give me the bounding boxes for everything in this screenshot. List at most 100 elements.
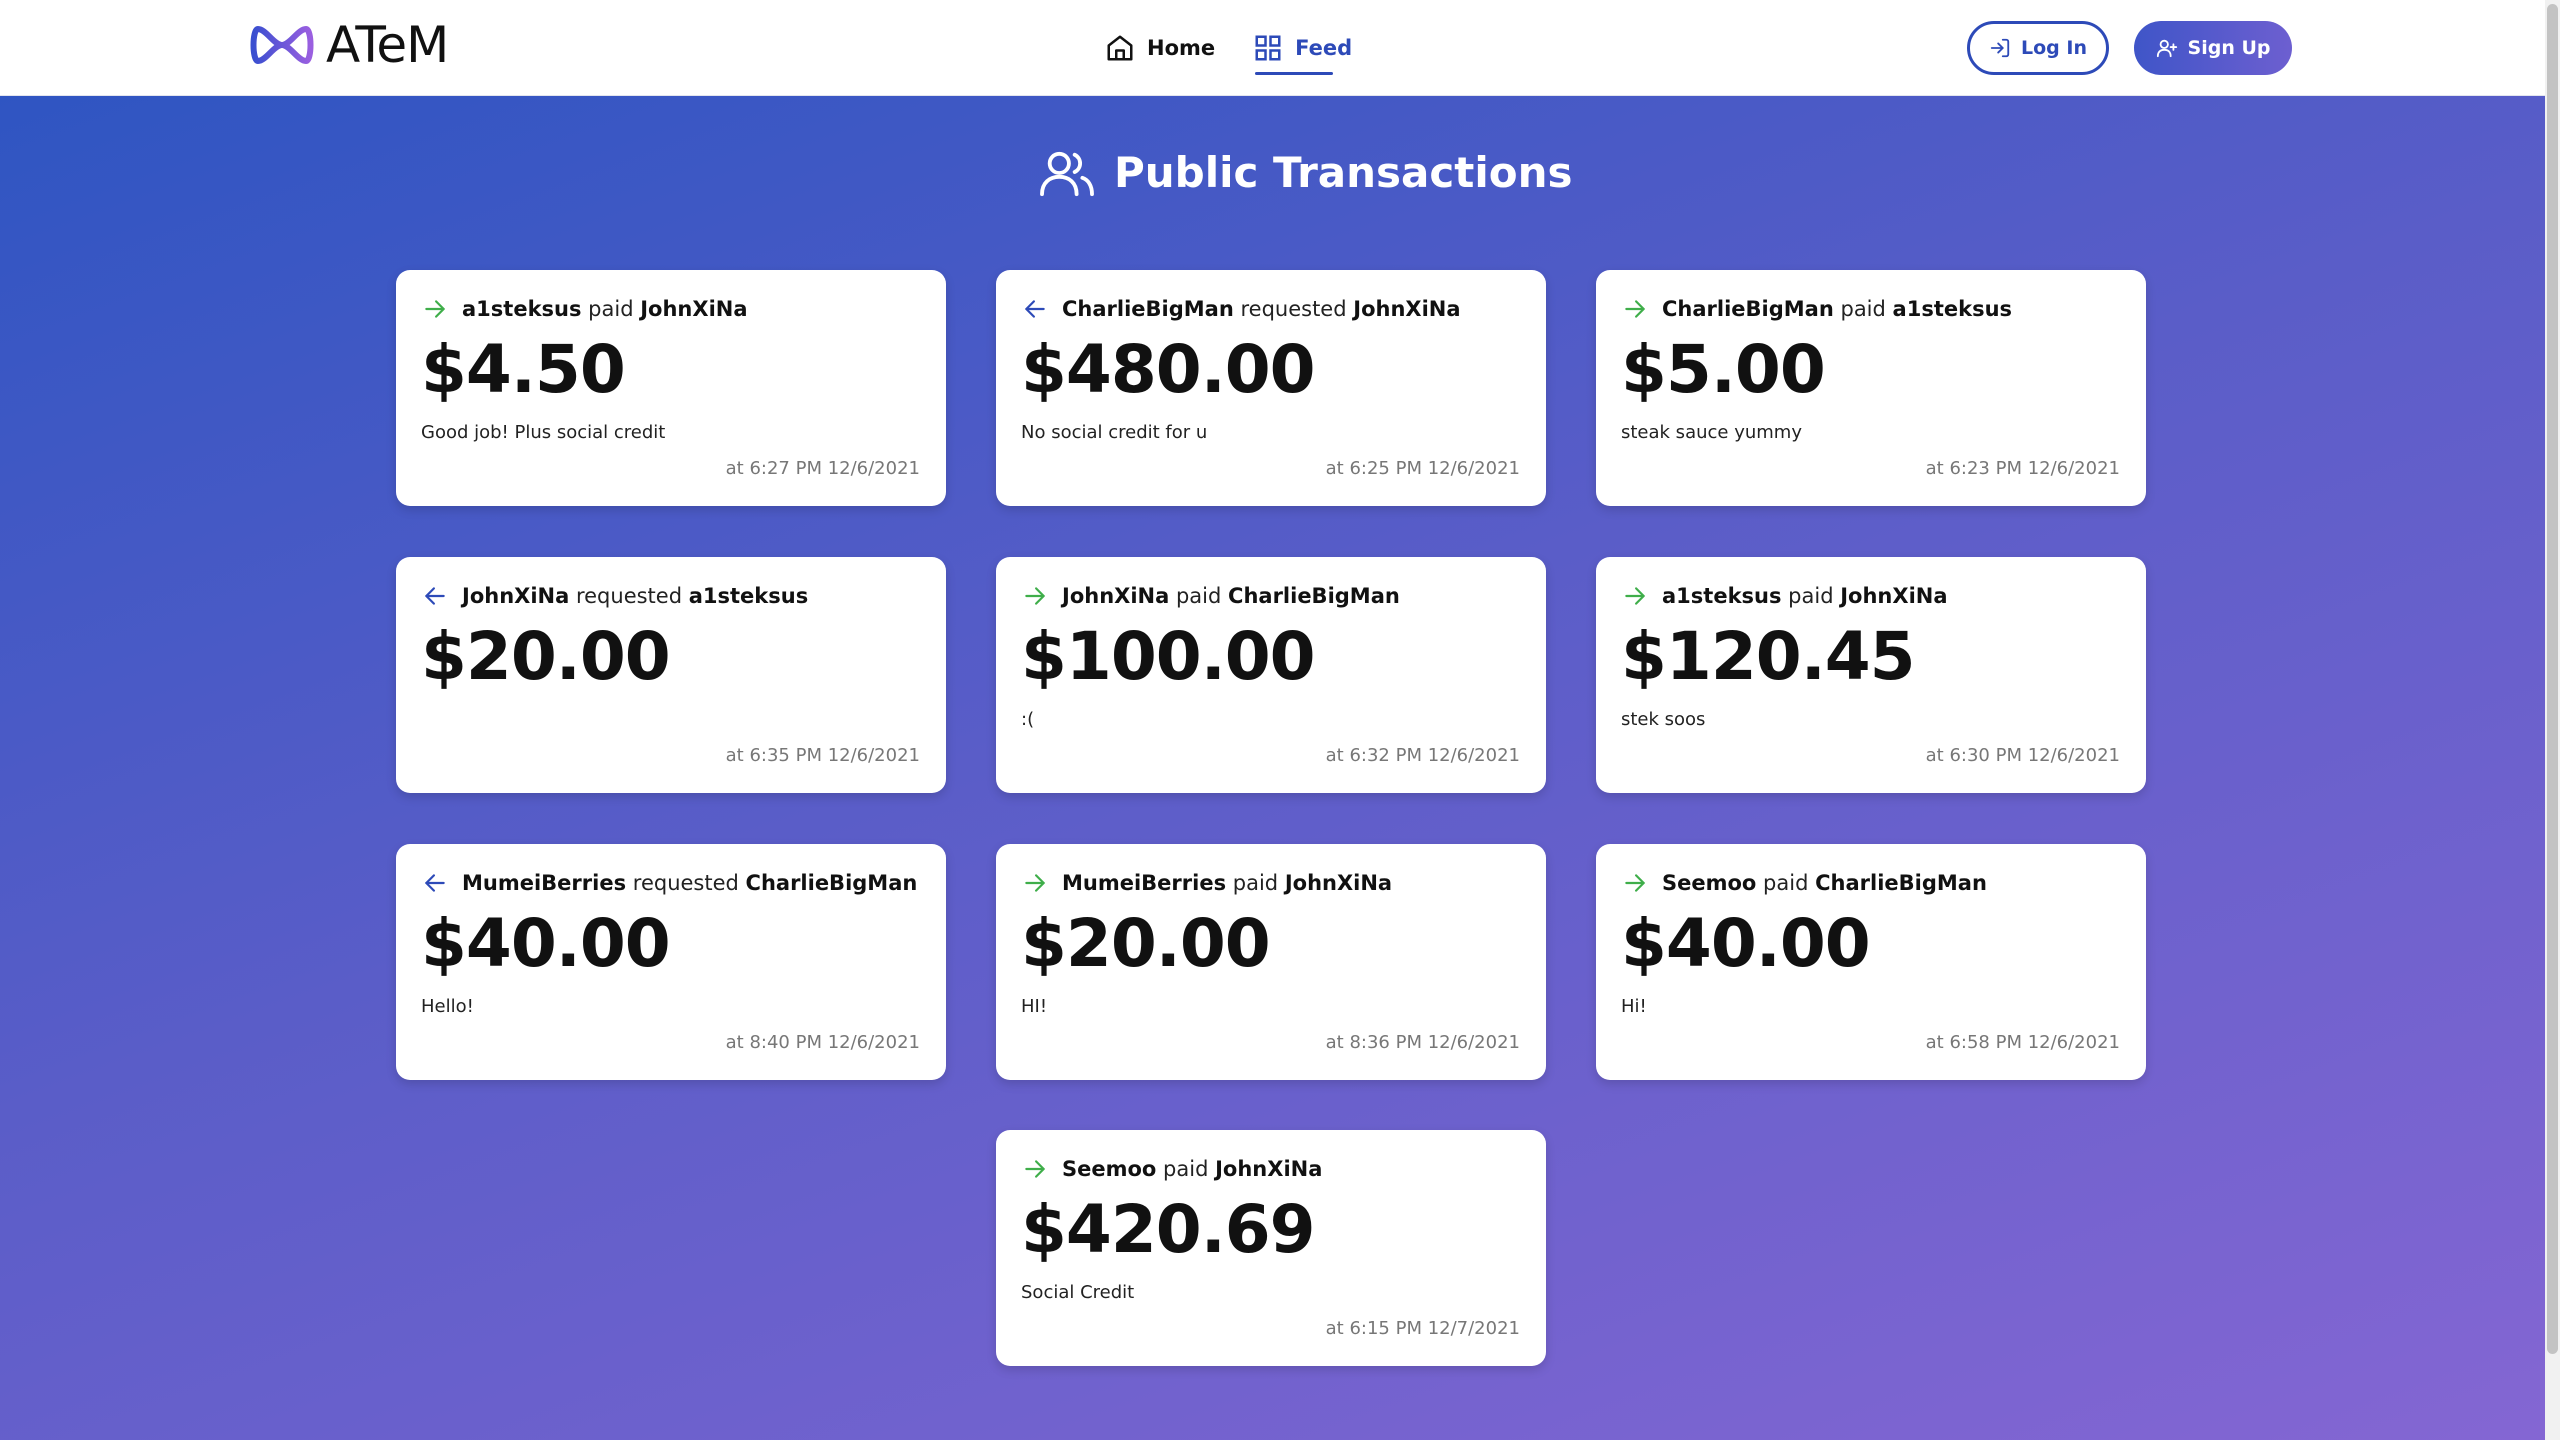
transaction-verb: paid [1175,584,1222,608]
login-icon [1990,38,2010,58]
transaction-summary: a1steksus paid JohnXiNa [422,296,748,322]
transaction-amount: $120.45 [1621,618,1916,695]
arrow-right-icon [1025,1160,1045,1178]
recipient-name[interactable]: JohnXiNa [1840,584,1947,608]
transaction-verb: paid [1232,871,1279,895]
transaction-summary: CharlieBigMan paid a1steksus [1622,296,2012,322]
page-title: Public Transactions [1114,148,1573,197]
transaction-card[interactable]: CharlieBigMan requested JohnXiNa $480.00 N… [996,270,1546,506]
transaction-note: Hi! [1621,996,1647,1017]
transaction-timestamp: at 8:40 PM 12/6/2021 [725,1032,920,1053]
recipient-name[interactable]: CharlieBigMan [1228,584,1400,608]
transaction-card[interactable]: MumeiBerries paid JohnXiNa $20.00 HI! at 8:… [996,844,1546,1080]
transaction-note: :( [1021,709,1035,730]
transaction-timestamp: at 6:30 PM 12/6/2021 [1925,745,2120,766]
transaction-card[interactable]: MumeiBerries requested CharlieBigMan $40.… [396,844,946,1080]
scrollbar-thumb[interactable] [2547,4,2558,1354]
nav-feed-label: Feed [1295,36,1353,60]
sender-name[interactable]: MumeiBerries [1062,871,1226,895]
transaction-timestamp: at 8:36 PM 12/6/2021 [1325,1032,1520,1053]
signup-label: Sign Up [2187,37,2271,59]
user-plus-icon [2156,39,2177,58]
transaction-amount: $100.00 [1021,618,1316,695]
signup-button[interactable]: Sign Up [2134,21,2292,75]
arrow-right-icon [425,300,445,318]
logo[interactable]: ATeM [250,16,449,74]
transaction-summary: a1steksus paid JohnXiNa [1622,583,1948,609]
transaction-verb: paid [1840,297,1886,321]
arrow-left-icon [425,874,445,892]
transaction-card[interactable]: a1steksus paid JohnXiNa $120.45 stek soos a… [1596,557,2146,793]
transaction-timestamp: at 6:35 PM 12/6/2021 [725,745,920,766]
grid-icon [1255,35,1281,61]
transaction-card[interactable]: JohnXiNa paid CharlieBigMan $100.00 :( at 6… [996,557,1546,793]
top-navbar: ATeM Home Feed Log In Sign Up [0,0,2545,96]
transaction-summary: MumeiBerries requested CharlieBigMan [422,870,917,896]
transaction-note: Hello! [421,996,474,1017]
sender-name[interactable]: CharlieBigMan [1662,297,1834,321]
login-label: Log In [2021,37,2087,59]
sender-name[interactable]: MumeiBerries [462,871,626,895]
transaction-summary: Seemoo paid CharlieBigMan [1622,870,1987,896]
transaction-verb: paid [1788,584,1834,608]
nav-home-label: Home [1147,36,1216,60]
transaction-timestamp: at 6:27 PM 12/6/2021 [725,458,920,479]
transaction-amount: $40.00 [421,905,671,982]
transaction-card[interactable]: a1steksus paid JohnXiNa $4.50 Good job! Pl… [396,270,946,506]
transaction-summary: MumeiBerries paid JohnXiNa [1022,870,1392,896]
active-tab-indicator [1255,72,1333,75]
transaction-summary: JohnXiNa paid CharlieBigMan [1022,583,1400,609]
sender-name[interactable]: JohnXiNa [1062,584,1169,608]
sender-name[interactable]: a1steksus [462,297,581,321]
sender-name[interactable]: Seemoo [1062,1157,1156,1181]
arrow-right-icon [1625,587,1645,605]
recipient-name[interactable]: CharlieBigMan [1815,871,1987,895]
transaction-timestamp: at 6:58 PM 12/6/2021 [1925,1032,2120,1053]
transaction-amount: $480.00 [1021,331,1316,408]
transaction-card[interactable]: CharlieBigMan paid a1steksus $5.00 steak s… [1596,270,2146,506]
transaction-timestamp: at 6:15 PM 12/7/2021 [1325,1318,1520,1339]
transaction-amount: $5.00 [1621,331,1826,408]
arrow-right-icon [1625,874,1645,892]
transaction-card[interactable]: Seemoo paid JohnXiNa $420.69 Social Credit… [996,1130,1546,1366]
transaction-verb: requested [632,871,739,895]
recipient-name[interactable]: JohnXiNa [1285,871,1392,895]
recipient-name[interactable]: CharlieBigMan [746,871,918,895]
transaction-verb: paid [1163,1157,1209,1181]
transaction-note: Good job! Plus social credit [421,422,666,443]
transaction-card[interactable]: JohnXiNa requested a1steksus $20.00 at 6:3… [396,557,946,793]
sender-name[interactable]: Seemoo [1662,871,1756,895]
transaction-card[interactable]: Seemoo paid CharlieBigMan $40.00 Hi! at 6:5… [1596,844,2146,1080]
transaction-amount: $20.00 [1021,905,1271,982]
arrow-right-icon [1625,300,1645,318]
page-heading: Public Transactions [1040,148,1573,198]
users-icon [1040,151,1094,197]
recipient-name[interactable]: a1steksus [1893,297,2012,321]
transaction-verb: requested [575,584,683,608]
sender-name[interactable]: a1steksus [1662,584,1781,608]
transaction-summary: Seemoo paid JohnXiNa [1022,1156,1322,1182]
logo-text: ATeM [326,16,449,74]
arrow-right-icon [1025,874,1045,892]
transaction-note: Social Credit [1021,1282,1135,1303]
transaction-note: No social credit for u [1021,422,1208,443]
transaction-amount: $4.50 [421,331,626,408]
recipient-name[interactable]: JohnXiNa [1353,297,1460,321]
recipient-name[interactable]: JohnXiNa [640,297,747,321]
home-icon [1107,35,1133,61]
infinity-logo-icon [250,26,314,64]
main-content: Public Transactions a1steksus paid JohnX… [0,96,2545,1440]
nav-home[interactable]: Home [1105,28,1215,68]
arrow-left-icon [1025,300,1045,318]
sender-name[interactable]: CharlieBigMan [1062,297,1234,321]
sender-name[interactable]: JohnXiNa [462,584,569,608]
recipient-name[interactable]: a1steksus [689,584,808,608]
transaction-summary: CharlieBigMan requested JohnXiNa [1022,296,1461,322]
recipient-name[interactable]: JohnXiNa [1215,1157,1322,1181]
nav-feed[interactable]: Feed [1253,28,1352,68]
transaction-verb: requested [1240,297,1347,321]
transaction-note: HI! [1021,996,1048,1017]
transaction-timestamp: at 6:32 PM 12/6/2021 [1325,745,1520,766]
arrow-right-icon [1025,587,1045,605]
login-button[interactable]: Log In [1967,21,2109,75]
